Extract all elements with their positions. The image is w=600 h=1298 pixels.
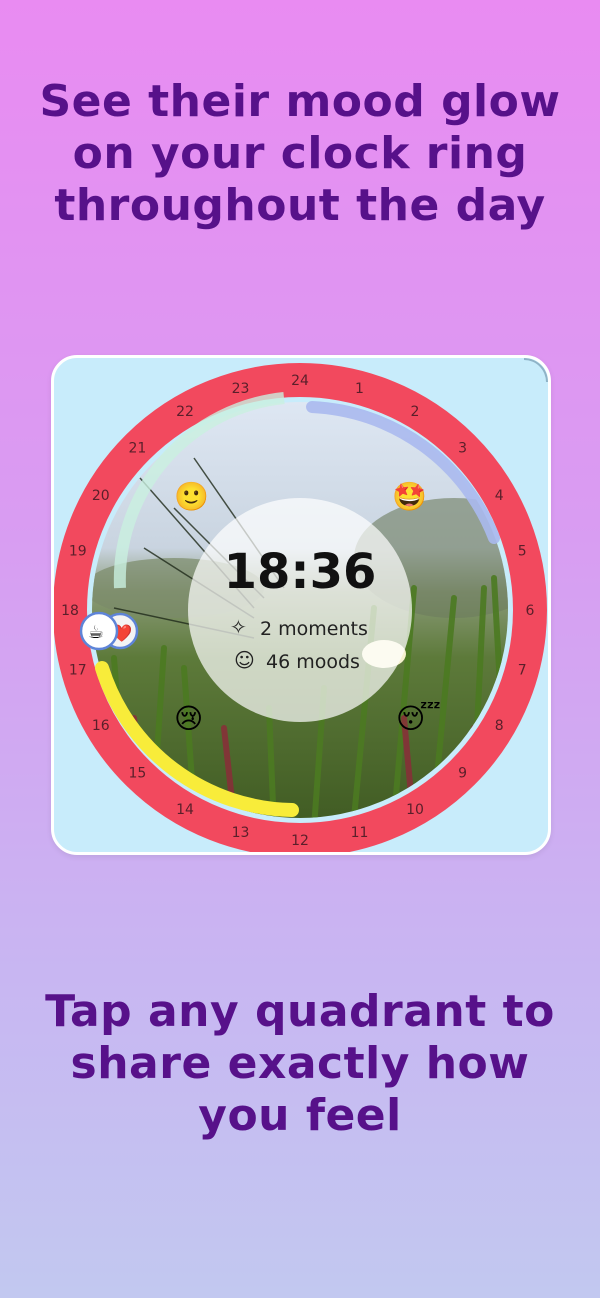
clock-card: 18:36 ✧ 2 moments ☺ 46 moods 🙂 🤩 😢 😴 ❤️ … [51,355,551,855]
headline-top-line-3: throughout the day [54,180,546,231]
hour-label-22[interactable]: 22 [176,404,194,420]
sparkle-icon: ✧ [230,615,247,639]
hour-label-9[interactable]: 9 [458,766,467,782]
center-disc[interactable] [188,498,412,722]
hour-label-6[interactable]: 6 [526,603,535,619]
smiley-icon: ☺ [234,648,255,672]
hour-label-4[interactable]: 4 [495,488,504,504]
mood-emoji-hour-8[interactable]: 😴 [396,702,441,735]
hour-label-21[interactable]: 21 [128,440,146,456]
hour-label-13[interactable]: 13 [232,825,250,841]
mood-emoji-hour-4[interactable]: 🤩 [392,480,427,513]
hour-label-3[interactable]: 3 [458,440,467,456]
headline-top-line-2: on your clock ring [72,128,528,179]
headline-top-line-1: See their mood glow [39,76,561,127]
headline-top: See their mood glow on your clock ring t… [0,76,600,232]
hour-label-19[interactable]: 19 [69,544,87,560]
hour-label-7[interactable]: 7 [518,663,527,679]
moods-label: 46 moods [266,651,360,673]
current-time: 18:36 [224,544,377,600]
headline-bottom-line-3: you feel [198,1090,402,1141]
headline-bottom: Tap any quadrant to share exactly how yo… [0,986,600,1142]
hour-label-2[interactable]: 2 [411,404,420,420]
hour-label-16[interactable]: 16 [92,718,110,734]
mood-emoji-hour-16[interactable]: 😢 [174,702,203,735]
hour-label-10[interactable]: 10 [406,802,424,818]
cup-icon: ☕ [88,622,104,643]
hour-label-14[interactable]: 14 [176,802,194,818]
hour-label-5[interactable]: 5 [518,544,527,560]
hour-label-1[interactable]: 1 [355,381,364,397]
moments-label: 2 moments [260,618,368,640]
hour-label-12[interactable]: 12 [291,833,309,849]
hour-label-8[interactable]: 8 [495,718,504,734]
clock-widget[interactable]: 18:36 ✧ 2 moments ☺ 46 moods 🙂 🤩 😢 😴 ❤️ … [54,358,548,852]
hour-label-24[interactable]: 24 [291,373,309,389]
headline-bottom-line-1: Tap any quadrant to [45,986,555,1037]
hour-label-15[interactable]: 15 [128,766,146,782]
hour-label-20[interactable]: 20 [92,488,110,504]
hour-label-11[interactable]: 11 [351,825,369,841]
hour-label-23[interactable]: 23 [232,381,250,397]
mood-emoji-hour-20[interactable]: 🙂 [174,480,209,513]
hour-label-18[interactable]: 18 [61,603,79,619]
headline-bottom-line-2: share exactly how [70,1038,530,1089]
hour-label-17[interactable]: 17 [69,663,87,679]
